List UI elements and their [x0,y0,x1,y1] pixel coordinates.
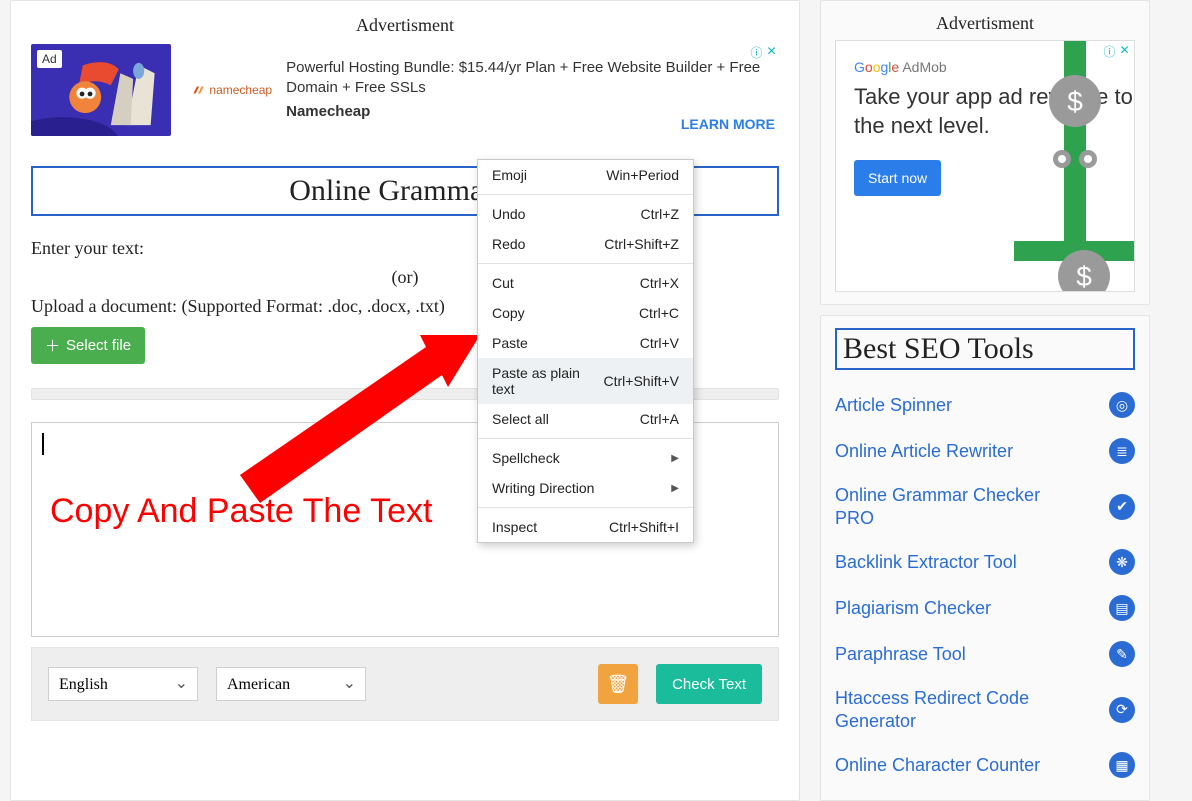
context-menu-label: Paste [492,335,528,351]
context-menu-item[interactable]: Inspect Ctrl+Shift+I [478,512,693,542]
context-menu-item[interactable]: Writing Direction ▶ [478,473,693,503]
context-menu-item[interactable]: Spellcheck ▶ [478,443,693,473]
tool-link[interactable]: Article Spinner [835,394,952,417]
context-menu-shortcut: Ctrl+Shift+V [604,373,679,389]
sidebar-ad-box: Advertisment ⓘ✕ $ $ Google AdMob Take yo… [820,0,1150,305]
context-menu-label: Paste as plain text [492,365,604,397]
context-menu-shortcut: Ctrl+V [640,335,679,351]
language-select[interactable]: English [48,667,198,701]
svg-text:$: $ [1076,261,1092,291]
tool-icon: ≣ [1109,438,1135,464]
tool-link[interactable]: Online Character Counter [835,754,1040,777]
context-menu-label: Cut [492,275,514,291]
context-menu-label: Inspect [492,519,537,535]
svg-text:$: $ [1067,86,1083,117]
context-menu-separator [478,507,693,508]
chevron-right-icon: ▶ [671,483,679,494]
tool-item: Online Grammar Checker PRO ✔ [835,474,1135,539]
context-menu-label: Undo [492,206,525,222]
tool-item: Online Character Counter ▦ [835,742,1135,788]
tool-link[interactable]: Online Grammar Checker PRO [835,484,1065,529]
ad-text: Powerful Hosting Bundle: $15.44/yr Plan … [286,58,779,123]
ad-brand-logo: namecheap [191,83,272,97]
annotation-text: Copy And Paste The Text [50,492,432,531]
context-menu-item[interactable]: Paste Ctrl+V [478,328,693,358]
trash-icon: 🗑 [607,674,630,694]
annotation-arrow [230,325,490,505]
tool-icon: ✎ [1109,641,1135,667]
tool-item: Paraphrase Tool ✎ [835,631,1135,677]
chevron-right-icon: ▶ [671,453,679,464]
context-menu-item[interactable]: Copy Ctrl+C [478,298,693,328]
context-menu-shortcut: Ctrl+C [639,305,679,321]
tool-link[interactable]: Paraphrase Tool [835,643,966,666]
ad-banner[interactable]: Ad namecheap Powerful Hosting Bundle: $1… [31,44,779,136]
tool-item: Online Article Rewriter ≣ [835,428,1135,474]
context-menu-label: Copy [492,305,525,321]
context-menu-label: Select all [492,411,549,427]
namecheap-icon [191,83,205,97]
adchoices-icon[interactable]: ⓘ [749,44,764,59]
ad-thumbnail: Ad [31,44,171,136]
context-menu-shortcut: Ctrl+A [640,411,679,427]
admob-start-button[interactable]: Start now [854,160,941,196]
bottom-bar: English American 🗑 Check Text [31,647,779,721]
context-menu-item[interactable]: Undo Ctrl+Z [478,199,693,229]
tool-icon: ◎ [1109,392,1135,418]
context-menu-item[interactable]: Emoji Win+Period [478,160,693,190]
tool-item: Article Spinner ◎ [835,382,1135,428]
tool-link[interactable]: Plagiarism Checker [835,597,991,620]
sidebar: Advertisment ⓘ✕ $ $ Google AdMob Take yo… [820,0,1150,801]
context-menu-shortcut: Ctrl+Shift+I [609,519,679,535]
tool-icon: ✔ [1109,494,1135,520]
tool-link[interactable]: Backlink Extractor Tool [835,551,1017,574]
sidebar-ad-label: Advertisment [835,13,1135,34]
context-menu: Emoji Win+Period Undo Ctrl+Z Redo Ctrl+Shift+… [477,159,694,543]
context-menu-item[interactable]: Paste as plain textCtrl+Shift+V [478,358,693,404]
context-menu-shortcut: Ctrl+X [640,275,679,291]
context-menu-separator [478,263,693,264]
context-menu-item[interactable]: Redo Ctrl+Shift+Z [478,229,693,259]
tool-icon: ❋ [1109,549,1135,575]
check-text-button[interactable]: Check Text [656,664,762,704]
ad-cta[interactable]: LEARN MORE [681,116,775,132]
ad-close-icon[interactable]: ✕ [764,44,779,59]
context-menu-item[interactable]: Select all Ctrl+A [478,404,693,434]
context-menu-shortcut: Ctrl+Shift+Z [604,236,679,252]
sidebar-ad[interactable]: ⓘ✕ $ $ Google AdMob Take your app ad rev… [835,40,1135,292]
context-menu-shortcut: Ctrl+Z [641,206,680,222]
tool-icon: ▦ [1109,752,1135,778]
tool-icon: ▤ [1109,595,1135,621]
seo-tools-title: Best SEO Tools [835,328,1135,370]
context-menu-label: Spellcheck [492,450,560,466]
ad-info-icons[interactable]: ⓘ✕ [749,44,779,59]
clear-button[interactable]: 🗑 [598,664,638,704]
context-menu-separator [478,194,693,195]
context-menu-shortcut: Win+Period [606,167,679,183]
context-menu-label: Emoji [492,167,527,183]
context-menu-item[interactable]: Cut Ctrl+X [478,268,693,298]
tool-link[interactable]: Htaccess Redirect Code Generator [835,687,1065,732]
tool-icon: ⟳ [1109,697,1135,723]
tool-link[interactable]: Online Article Rewriter [835,440,1013,463]
tool-item: Plagiarism Checker ▤ [835,585,1135,631]
plus-icon: ＋ [45,335,60,356]
variant-select[interactable]: American [216,667,366,701]
ad-badge: Ad [37,50,62,68]
context-menu-separator [478,438,693,439]
seo-tools-box: Best SEO Tools Article Spinner ◎ Online Ar… [820,315,1150,801]
admob-graphic: $ $ [1014,41,1134,291]
select-file-button[interactable]: ＋ Select file [31,327,145,364]
context-menu-label: Writing Direction [492,480,594,496]
tool-item: Backlink Extractor Tool ❋ [835,539,1135,585]
tool-item: Htaccess Redirect Code Generator ⟳ [835,677,1135,742]
ad-label: Advertisment [31,15,779,36]
context-menu-label: Redo [492,236,525,252]
